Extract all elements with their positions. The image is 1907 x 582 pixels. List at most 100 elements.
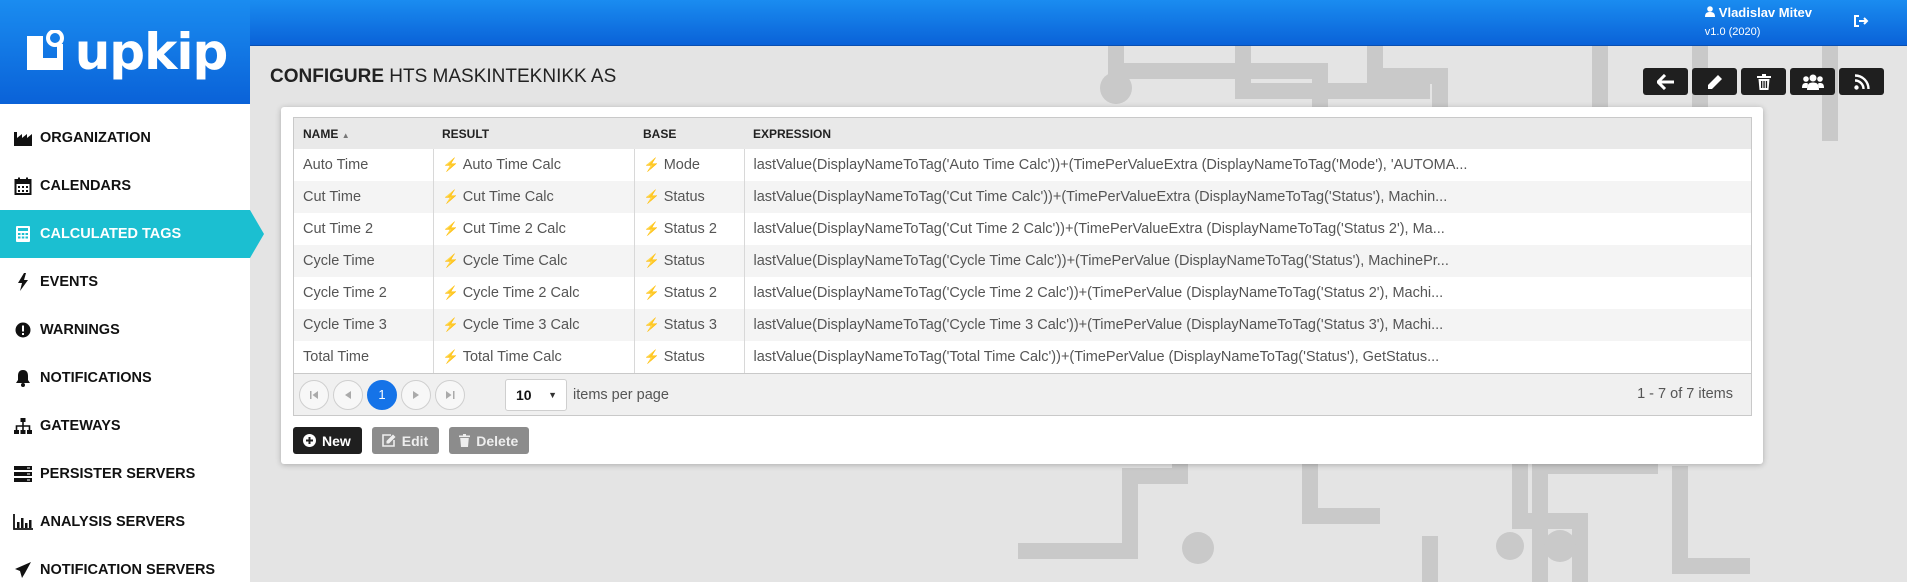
- page-button-current[interactable]: 1: [367, 379, 397, 410]
- edit-organization-button[interactable]: [1692, 68, 1737, 95]
- page-size-select[interactable]: 10 ▼: [505, 378, 567, 411]
- column-header-name[interactable]: NAME ▲: [294, 118, 433, 149]
- send-icon: [12, 559, 34, 581]
- column-header-result[interactable]: RESULT: [433, 118, 634, 149]
- rss-icon: [1853, 73, 1870, 90]
- cell-base: ⚡ Status 2: [633, 277, 744, 309]
- exclamation-icon: [12, 319, 34, 341]
- bell-icon: [12, 367, 34, 389]
- back-button[interactable]: [1643, 68, 1688, 95]
- users-icon: [1801, 74, 1824, 90]
- feed-button[interactable]: [1839, 68, 1884, 95]
- sidebar-item-calendars[interactable]: CALENDARS: [0, 162, 250, 210]
- grid-pager: 1 10 ▼ items per page 1 - 7 of 7 items: [294, 373, 1751, 415]
- cell-base: ⚡ Status: [633, 341, 744, 373]
- cell-name: Cycle Time 2: [303, 285, 387, 301]
- table-row[interactable]: Cycle Time 3 ⚡ Cycle Time 3 Calc ⚡ Status …: [294, 309, 1751, 341]
- sidebar-item-persister-servers[interactable]: PERSISTER SERVERS: [0, 450, 250, 498]
- bolt-icon: ⚡: [643, 317, 660, 332]
- sidebar-item-organization[interactable]: ORGANIZATION: [0, 114, 250, 162]
- new-button-label: New: [322, 432, 351, 449]
- arrow-left-icon: [1656, 73, 1674, 90]
- bolt-icon: ⚡: [442, 221, 459, 236]
- delete-button[interactable]: Delete: [449, 427, 530, 454]
- trash-icon: [1756, 73, 1771, 90]
- server-icon: [12, 463, 34, 485]
- cell-name: Auto Time: [303, 157, 369, 173]
- app-version: v1.0 (2020): [1704, 26, 1761, 38]
- bolt-icon: ⚡: [643, 157, 660, 172]
- cell-result: ⚡ Auto Time Calc: [432, 149, 634, 181]
- sidebar-item-calculated-tags[interactable]: CALCULATED TAGS: [0, 210, 264, 258]
- cell-expression: lastValue(DisplayNameToTag('Cycle Time 3…: [743, 309, 1751, 341]
- new-button[interactable]: New: [293, 427, 362, 454]
- next-page-button[interactable]: [401, 379, 431, 410]
- cell-base: ⚡ Status: [633, 245, 744, 277]
- column-header-base[interactable]: BASE: [634, 118, 744, 149]
- previous-page-button[interactable]: [333, 379, 363, 410]
- table-row[interactable]: Cycle Time 2 ⚡ Cycle Time 2 Calc ⚡ Status …: [294, 277, 1751, 309]
- users-button[interactable]: [1790, 68, 1835, 95]
- table-row[interactable]: Cut Time 2 ⚡ Cut Time 2 Calc ⚡ Status 2 la…: [294, 213, 1751, 245]
- cell-expression: lastValue(DisplayNameToTag('Cut Time Cal…: [743, 181, 1751, 213]
- cell-expression: lastValue(DisplayNameToTag('Auto Time Ca…: [743, 149, 1751, 181]
- upkip-logo-icon: [26, 30, 64, 70]
- cell-base: ⚡ Status 3: [633, 309, 744, 341]
- column-header-expression[interactable]: EXPRESSION: [744, 118, 1751, 149]
- cell-result: ⚡ Cut Time 2 Calc: [432, 213, 634, 245]
- sidebar-item-analysis-servers[interactable]: ANALYSIS SERVERS: [0, 498, 250, 546]
- page-toolbar: [1643, 68, 1884, 95]
- sidebar-item-label: CALENDARS: [40, 178, 132, 194]
- first-page-icon: [309, 390, 318, 399]
- calculated-tags-card: NAME ▲ RESULT BASE EXPRESSION Auto Time …: [281, 107, 1763, 464]
- cell-base: ⚡ Mode: [633, 149, 744, 181]
- user-name: Vladislav Mitev: [1718, 5, 1812, 20]
- chevron-down-icon: ▼: [548, 389, 557, 400]
- cell-expression: lastValue(DisplayNameToTag('Cut Time 2 C…: [743, 213, 1751, 245]
- sidebar-item-notification-servers[interactable]: NOTIFICATION SERVERS: [0, 546, 250, 582]
- bolt-icon: ⚡: [643, 285, 660, 300]
- edit-button[interactable]: Edit: [371, 427, 440, 454]
- bolt-icon: ⚡: [442, 285, 459, 300]
- sidebar-item-events[interactable]: EVENTS: [0, 258, 250, 306]
- sidebar-item-warnings[interactable]: WARNINGS: [0, 306, 250, 354]
- cell-name: Total Time: [303, 349, 370, 365]
- calculated-tags-grid: NAME ▲ RESULT BASE EXPRESSION Auto Time …: [293, 117, 1752, 416]
- delete-organization-button[interactable]: [1741, 68, 1786, 95]
- user-icon: [1704, 5, 1715, 20]
- logout-icon[interactable]: [1853, 13, 1869, 29]
- delete-button-label: Delete: [476, 432, 519, 449]
- table-row[interactable]: Cut Time ⚡ Cut Time Calc ⚡ Status lastValu…: [294, 181, 1751, 213]
- cell-name: Cycle Time 3: [294, 309, 433, 341]
- items-per-page-label: items per page: [573, 386, 669, 403]
- cell-result: ⚡ Cycle Time 3 Calc: [432, 309, 634, 341]
- plus-circle-icon: [303, 434, 316, 447]
- last-page-icon: [445, 390, 454, 399]
- last-page-button[interactable]: [435, 379, 465, 410]
- user-info[interactable]: Vladislav Mitev v1.0 (2020): [1704, 5, 1812, 38]
- first-page-button[interactable]: [299, 379, 329, 410]
- table-row[interactable]: Auto Time ⚡ Auto Time Calc ⚡ Mode lastValu…: [294, 149, 1751, 181]
- table-row[interactable]: Total Time ⚡ Total Time Calc ⚡ Status last…: [294, 341, 1751, 373]
- page-title-bold: CONFIGURE: [270, 66, 384, 87]
- chevron-left-icon: [345, 390, 351, 399]
- cell-name: Cycle Time: [294, 245, 433, 277]
- sidebar-item-label: CALCULATED TAGS: [40, 226, 182, 242]
- logo-text: upkip: [74, 23, 229, 81]
- sidebar-item-notifications[interactable]: NOTIFICATIONS: [0, 354, 250, 402]
- page-title: CONFIGURE HTS MASKINTEKNIKK AS: [270, 66, 616, 88]
- table-row[interactable]: Cycle Time ⚡ Cycle Time Calc ⚡ Status last…: [294, 245, 1751, 277]
- sidebar-item-gateways[interactable]: GATEWAYS: [0, 402, 250, 450]
- sidebar-item-label: EVENTS: [40, 274, 99, 290]
- sidebar-item-label: WARNINGS: [40, 322, 120, 338]
- trash-icon: [459, 434, 471, 447]
- sort-ascending-icon: ▲: [341, 130, 350, 140]
- cell-result: ⚡ Cycle Time Calc: [432, 245, 634, 277]
- bolt-icon: ⚡: [643, 349, 660, 364]
- bolt-icon: ⚡: [442, 349, 459, 364]
- bar-chart-icon: [12, 511, 34, 533]
- bolt-icon: ⚡: [442, 189, 459, 204]
- calendar-icon: [12, 175, 34, 197]
- logo[interactable]: upkip: [0, 0, 250, 104]
- sidebar-item-label: NOTIFICATIONS: [40, 370, 152, 386]
